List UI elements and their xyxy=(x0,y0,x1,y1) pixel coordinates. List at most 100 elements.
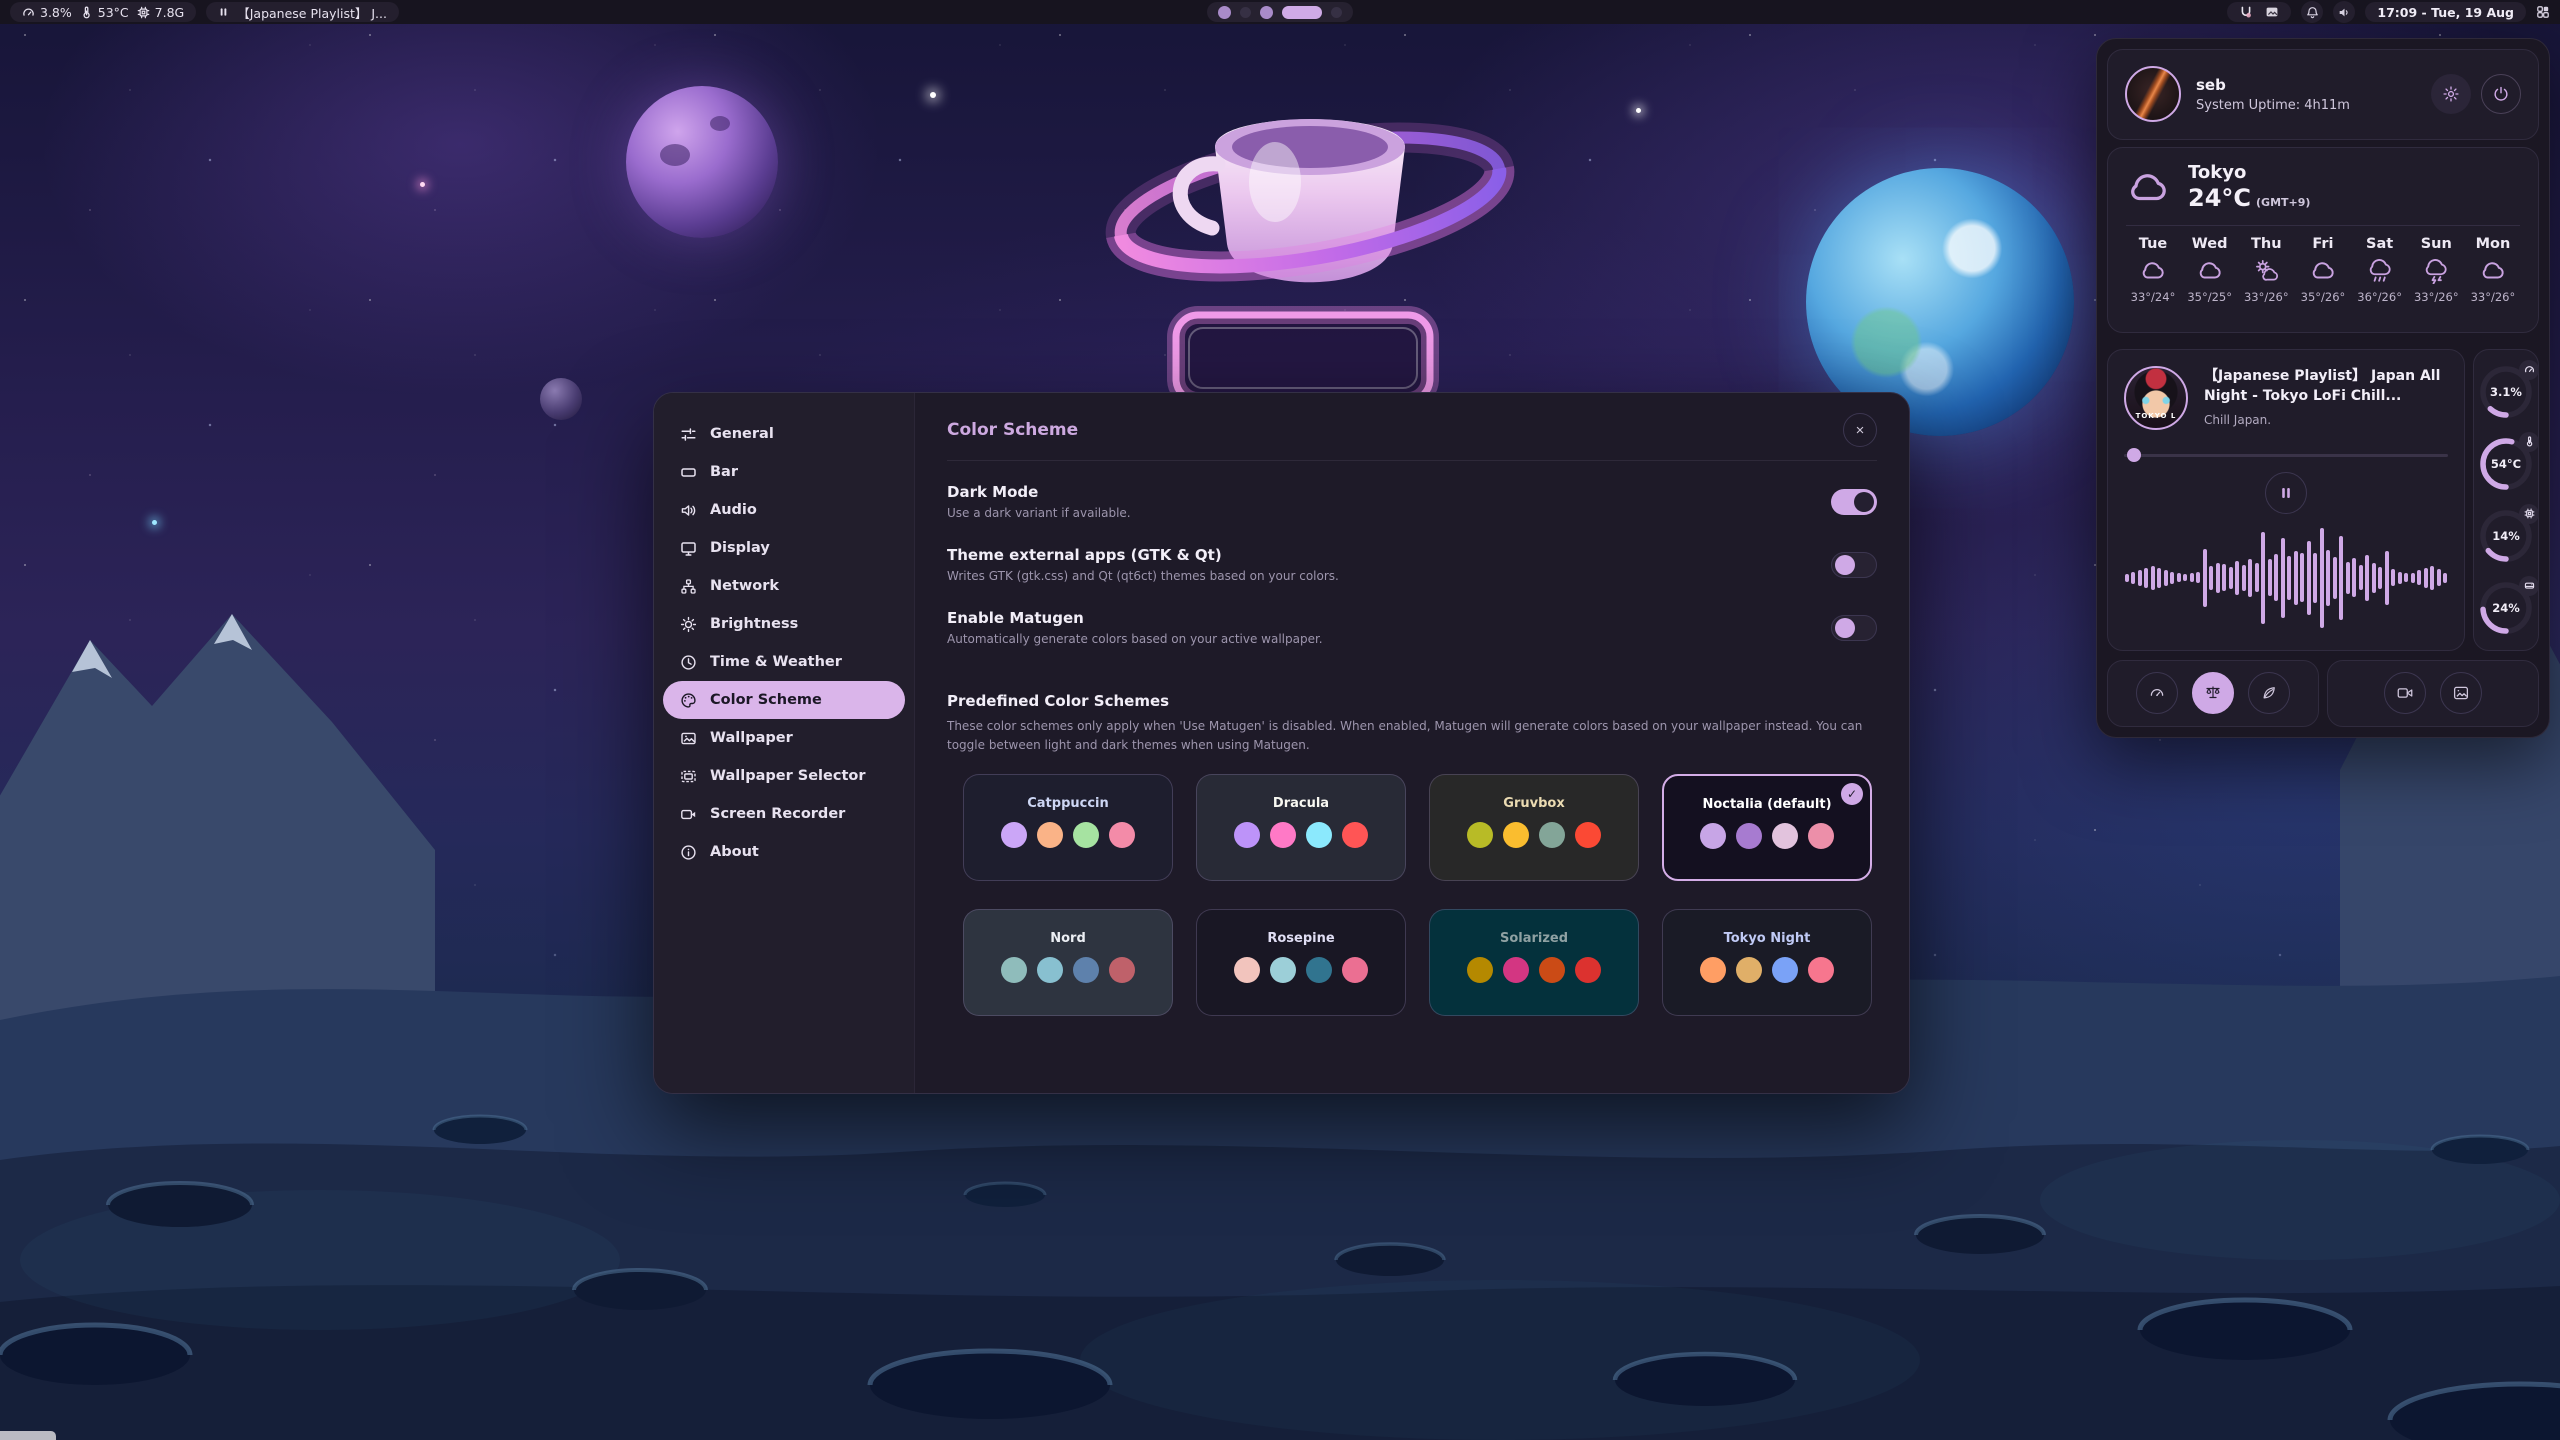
workspace-dot-active[interactable] xyxy=(1282,6,1322,19)
weather-temp: 24°C xyxy=(2188,184,2251,212)
visualizer-bar xyxy=(2177,573,2181,582)
color-swatch xyxy=(1234,957,1260,983)
sidebar-item-screen-recorder[interactable]: Screen Recorder xyxy=(663,795,905,833)
weather-timezone: (GMT+9) xyxy=(2256,196,2310,209)
scheme-swatches xyxy=(1467,822,1601,848)
enable-matugen-toggle[interactable] xyxy=(1831,615,1877,641)
forecast-day: Fri 35°/26° xyxy=(2296,236,2350,304)
volume-button[interactable] xyxy=(2333,1,2355,23)
scheme-card-dracula[interactable]: Dracula xyxy=(1196,774,1406,881)
workspace-dot-occupied[interactable] xyxy=(1260,6,1273,19)
settings-main: Color Scheme × Dark Mode Use a dark vari… xyxy=(915,393,1909,1093)
visualizer-bar xyxy=(2151,566,2155,590)
visualizer-bar xyxy=(2443,573,2447,583)
workspace-dot-occupied[interactable] xyxy=(1218,6,1231,19)
sidebar-item-display[interactable]: Display xyxy=(663,529,905,567)
sidebar-item-wallpaper-selector[interactable]: Wallpaper Selector xyxy=(663,757,905,795)
clock[interactable]: 17:09 - Tue, 19 Aug xyxy=(2365,2,2526,22)
performance-profile-button[interactable] xyxy=(2136,672,2178,714)
temperature-stat: 53°C xyxy=(80,5,129,20)
visualizer-bar xyxy=(2385,551,2389,605)
scheme-swatches xyxy=(1467,957,1601,983)
weather-icon xyxy=(2253,258,2279,284)
scheme-name: Gruvbox xyxy=(1503,796,1564,811)
wallpaper-button[interactable] xyxy=(2440,672,2482,714)
workspace-dot-empty[interactable] xyxy=(1240,7,1251,18)
gauge-temperature: 54°C xyxy=(2478,436,2534,492)
toggle-description: Automatically generate colors based on y… xyxy=(947,632,1323,646)
sidebar-item-brightness[interactable]: Brightness xyxy=(663,605,905,643)
speaker-icon xyxy=(2338,6,2351,19)
tray-app-icon xyxy=(2239,5,2253,19)
sidebar-item-general[interactable]: General xyxy=(663,415,905,453)
username: seb xyxy=(2196,76,2350,94)
seek-bar[interactable] xyxy=(2124,448,2448,462)
screen-recorder-button[interactable] xyxy=(2384,672,2426,714)
speedometer-icon xyxy=(2148,684,2166,702)
dashboard-button[interactable] xyxy=(2536,5,2550,19)
track-artist: Chill Japan. xyxy=(2204,413,2448,427)
dark-mode-toggle[interactable] xyxy=(1831,489,1877,515)
color-swatch xyxy=(1306,957,1332,983)
visualizer-bar xyxy=(2300,553,2304,602)
visualizer-bar xyxy=(2164,570,2168,586)
visualizer-bar xyxy=(2307,541,2311,615)
scheme-card-noctalia[interactable]: ✓ Noctalia (default) xyxy=(1662,774,1872,881)
scheme-card-rosepine[interactable]: Rosepine xyxy=(1196,909,1406,1016)
sidebar-item-wallpaper[interactable]: Wallpaper xyxy=(663,719,905,757)
scheme-card-nord[interactable]: Nord xyxy=(963,909,1173,1016)
visualizer-bar xyxy=(2391,569,2395,586)
memory-stat: 7.8G xyxy=(137,5,185,20)
tray-pill[interactable] xyxy=(2227,2,2291,22)
wallpaper-tray-icon xyxy=(2265,5,2279,19)
visualizer-bar xyxy=(2131,572,2135,584)
settings-sidebar: General Bar Audio Display Network Bright… xyxy=(654,393,915,1093)
settings-button[interactable] xyxy=(2431,74,2471,114)
balanced-profile-button[interactable] xyxy=(2192,672,2234,714)
notifications-button[interactable] xyxy=(2301,1,2323,23)
sidebar-item-network[interactable]: Network xyxy=(663,567,905,605)
visualizer-bar xyxy=(2430,566,2434,590)
visualizer-bar xyxy=(2196,572,2200,583)
sidebar-item-time-weather[interactable]: Time & Weather xyxy=(663,643,905,681)
visualizer-bar xyxy=(2372,563,2376,593)
sidebar-item-color-scheme[interactable]: Color Scheme xyxy=(663,681,905,719)
sidebar-item-audio[interactable]: Audio xyxy=(663,491,905,529)
visualizer-bar xyxy=(2190,573,2194,582)
sidebar-item-about[interactable]: About xyxy=(663,833,905,871)
seek-knob[interactable] xyxy=(2127,448,2141,462)
media-pill[interactable]: 【Japanese Playlist】 J... xyxy=(206,2,399,22)
speaker-icon xyxy=(680,502,697,519)
workspace-dot-empty[interactable] xyxy=(1331,7,1342,18)
close-button[interactable]: × xyxy=(1843,413,1877,447)
visualizer-bar xyxy=(2287,556,2291,600)
media-player-card: TOKYO L 【Japanese Playlist】 Japan All Ni… xyxy=(2107,349,2465,651)
theme-external-apps-toggle[interactable] xyxy=(1831,552,1877,578)
scheme-card-solarized[interactable]: Solarized xyxy=(1429,909,1639,1016)
scheme-card-gruvbox[interactable]: Gruvbox xyxy=(1429,774,1639,881)
scheme-card-catppuccin[interactable]: Catppuccin xyxy=(963,774,1173,881)
seek-track xyxy=(2124,454,2448,457)
leaf-icon xyxy=(2260,684,2278,702)
enable-matugen-row: Enable Matugen Automatically generate co… xyxy=(947,609,1877,646)
close-icon: × xyxy=(1856,422,1865,439)
color-swatch xyxy=(1001,822,1027,848)
power-button[interactable] xyxy=(2481,74,2521,114)
scheme-name: Solarized xyxy=(1500,931,1568,946)
sidebar-item-bar[interactable]: Bar xyxy=(663,453,905,491)
scheme-name: Dracula xyxy=(1273,796,1329,811)
color-swatch xyxy=(1109,822,1135,848)
visualizer-bar xyxy=(2203,549,2207,607)
play-pause-button[interactable] xyxy=(2265,472,2307,514)
thermometer-icon xyxy=(2519,432,2539,452)
power-saver-profile-button[interactable] xyxy=(2248,672,2290,714)
color-swatch xyxy=(1700,823,1726,849)
weather-icon xyxy=(2140,258,2166,284)
color-swatch xyxy=(1001,957,1027,983)
avatar xyxy=(2125,66,2181,122)
system-stats-pill[interactable]: 3.8% 53°C 7.8G xyxy=(10,2,196,22)
color-swatch xyxy=(1736,823,1762,849)
gear-icon xyxy=(2442,85,2460,103)
dark-mode-row: Dark Mode Use a dark variant if availabl… xyxy=(947,483,1877,520)
scheme-card-tokyo-night[interactable]: Tokyo Night xyxy=(1662,909,1872,1016)
